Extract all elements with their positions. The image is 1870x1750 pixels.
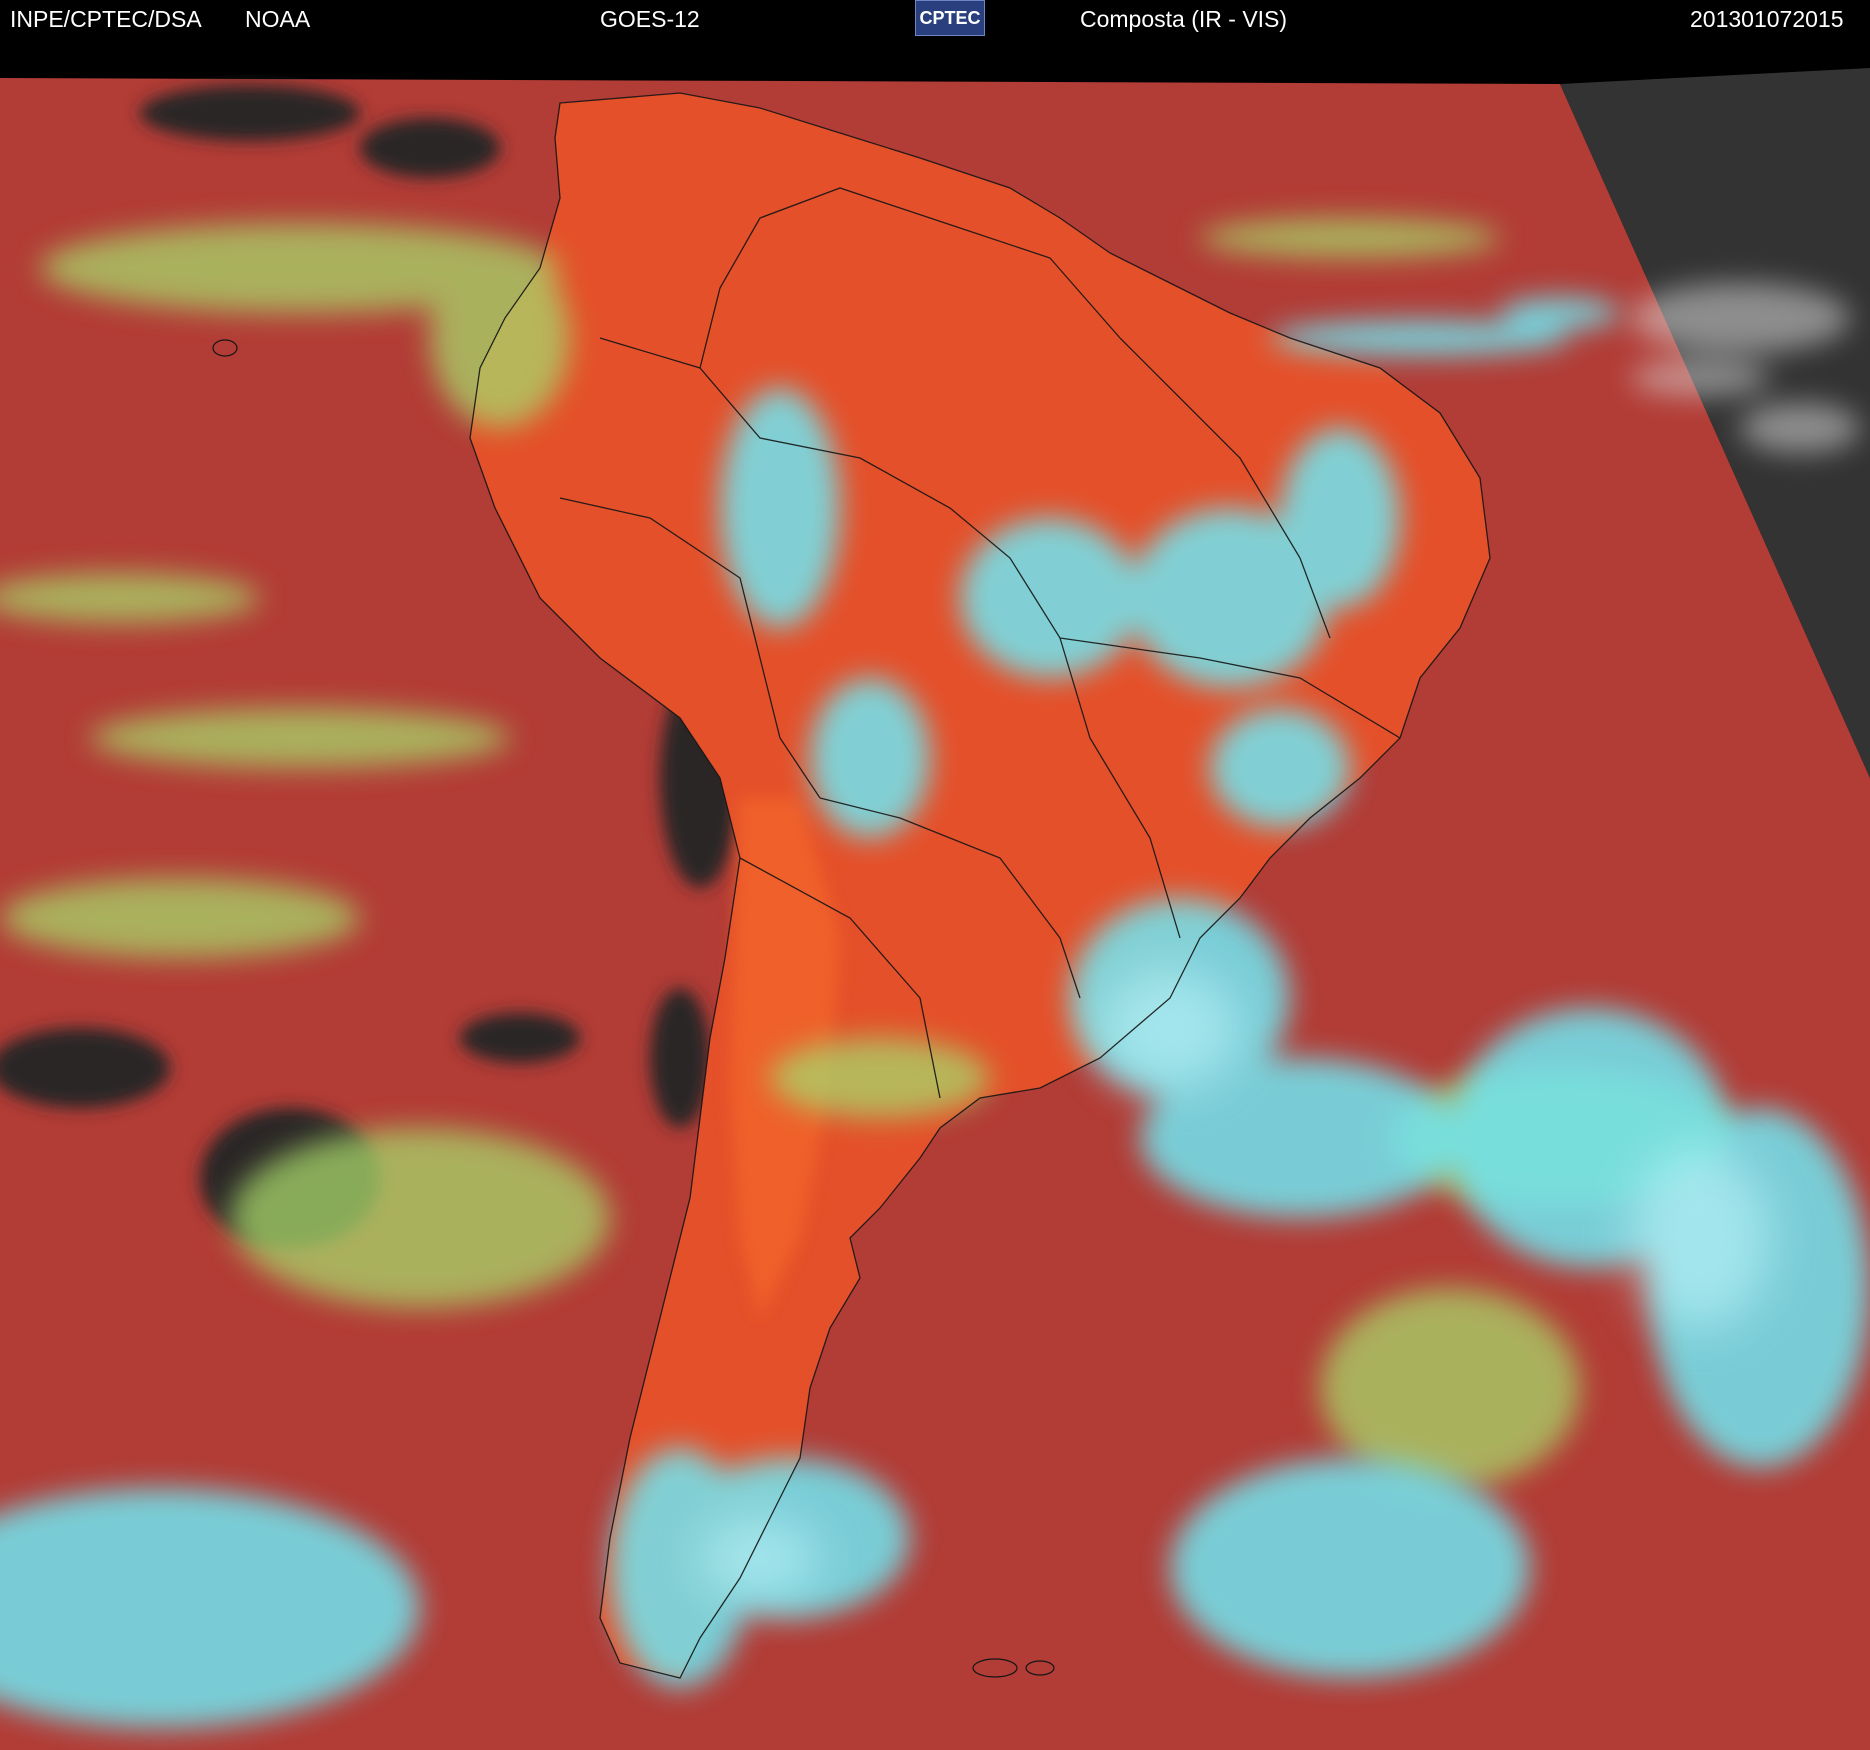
- satellite-label: GOES-12: [600, 6, 700, 32]
- source-label: NOAA: [245, 6, 311, 32]
- timestamp-label: 201301072015: [1690, 6, 1844, 32]
- satellite-map: [0, 38, 1870, 1750]
- agency-label: INPE/CPTEC/DSA: [10, 6, 202, 32]
- header-bar: INPE/CPTEC/DSA NOAA GOES-12 CPTEC Compos…: [0, 0, 1870, 38]
- cptec-logo-text: CPTEC: [919, 8, 981, 28]
- cptec-logo: CPTEC: [915, 0, 985, 36]
- product-label: Composta (IR - VIS): [1080, 6, 1288, 32]
